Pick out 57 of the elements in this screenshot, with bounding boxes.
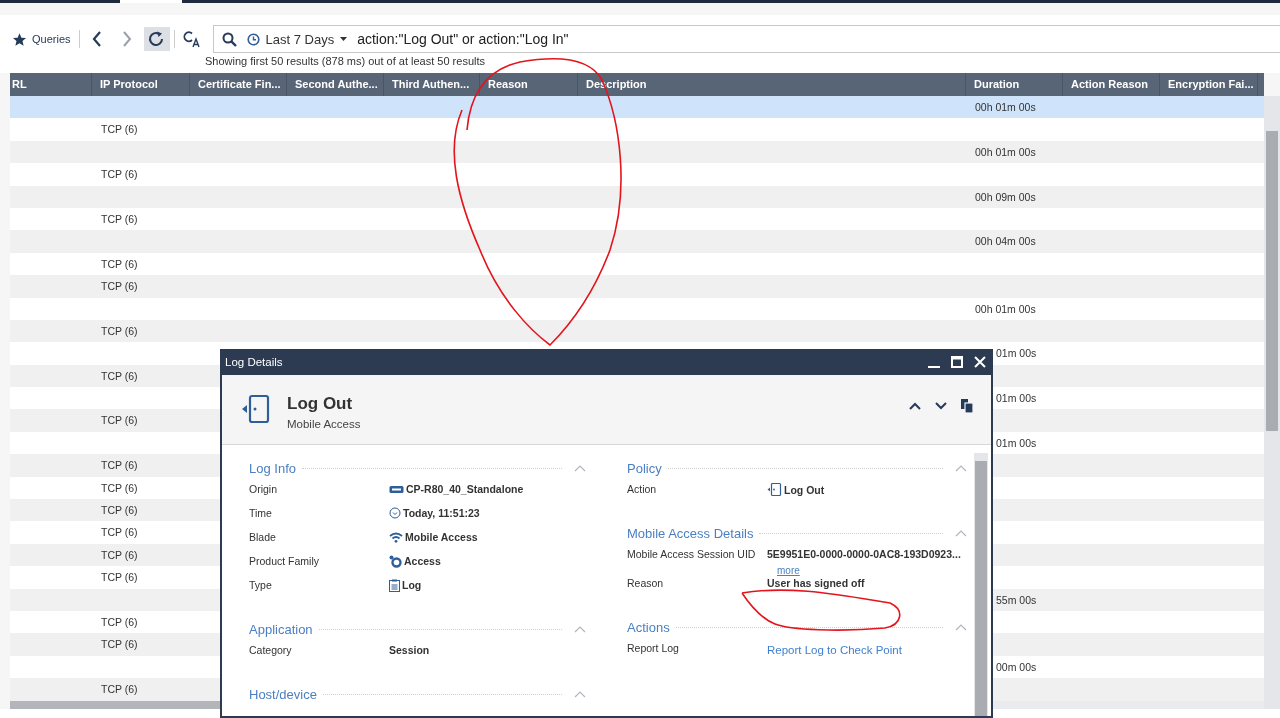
table-cell: TCP (6) xyxy=(101,123,138,136)
table-cell: TCP (6) xyxy=(101,257,138,270)
field-label: Time xyxy=(249,506,273,521)
table-cell: TCP (6) xyxy=(101,459,138,472)
table-cell: TCP (6) xyxy=(101,280,138,293)
field-label: Mobile Access Session UID xyxy=(627,547,757,562)
log-title: Log Out xyxy=(287,394,354,414)
field-value: Today, 11:51:23 xyxy=(403,506,480,520)
table-cell: TCP (6) xyxy=(101,683,138,696)
field-value: Mobile Access xyxy=(405,530,478,544)
table-cell: TCP (6) xyxy=(101,526,138,539)
section-title: Mobile Access Details xyxy=(627,526,754,541)
field-label: Action xyxy=(627,482,658,497)
table-cell: 01m 00s xyxy=(996,347,1037,360)
section-title: Log Info xyxy=(249,461,296,476)
table-cell: 00h 01m 00s xyxy=(975,145,1036,158)
results-summary: Showing first 50 results (878 ms) out of at least 50 results xyxy=(205,55,486,67)
field-value: Access xyxy=(404,554,441,568)
table-cell: 00h 04m 00s xyxy=(975,235,1036,248)
table-cell: TCP (6) xyxy=(101,168,138,181)
table-cell: TCP (6) xyxy=(101,481,138,494)
table-cell: 01m 00s xyxy=(996,392,1037,405)
field-value: User has signed off xyxy=(767,576,865,590)
table-cell: 55m 00s xyxy=(996,593,1037,606)
field-label: Product Family xyxy=(249,554,321,569)
section-title: Host/device xyxy=(249,687,317,702)
table-cell: TCP (6) xyxy=(101,571,138,584)
field-value: Log Out xyxy=(784,482,825,497)
field-label: Category xyxy=(249,643,293,658)
section-title: Actions xyxy=(627,620,670,635)
field-value: Session xyxy=(389,643,430,657)
field-value: CP-R80_40_Standalone xyxy=(406,482,524,496)
query-text: action:"Log Out" or action:"Log In" xyxy=(357,31,569,47)
field-value: 5E9951E0-0000-0000-0AC8-193D0923... xyxy=(767,547,961,561)
table-cell: 01m 00s xyxy=(996,436,1037,449)
field-value: Log xyxy=(402,578,422,592)
section-title: Policy xyxy=(627,461,662,476)
table-cell: TCP (6) xyxy=(101,504,138,517)
window-title: Log Details xyxy=(225,356,284,368)
field-label: Blade xyxy=(249,530,277,545)
field-label: Type xyxy=(249,578,273,593)
table-cell: TCP (6) xyxy=(101,638,138,651)
section-title: Application xyxy=(249,622,313,637)
table-cell: 00h 09m 00s xyxy=(975,190,1036,203)
table-cell: TCP (6) xyxy=(101,414,138,427)
table-cell: TCP (6) xyxy=(101,212,138,225)
table-cell: TCP (6) xyxy=(101,324,138,337)
field-label: Reason xyxy=(627,576,665,591)
table-cell: TCP (6) xyxy=(101,616,138,628)
table-cell: TCP (6) xyxy=(101,369,138,382)
table-cell: TCP (6) xyxy=(101,548,138,561)
field-label: Report Log xyxy=(627,641,680,656)
field-label: Origin xyxy=(249,482,278,497)
table-cell: 00h 01m 00s xyxy=(975,302,1036,315)
table-cell: 00h 01m 00s xyxy=(975,101,1036,113)
table-cell: 00m 00s xyxy=(996,660,1037,673)
log-subtitle: Mobile Access xyxy=(287,418,362,430)
